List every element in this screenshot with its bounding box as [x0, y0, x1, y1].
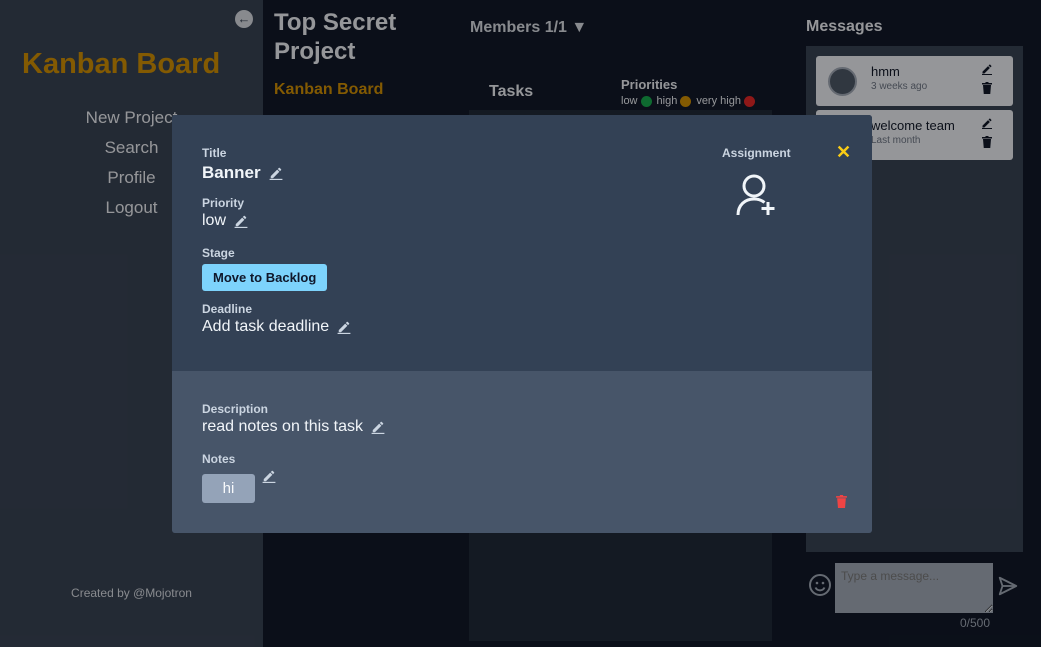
priority-value-row: low — [202, 212, 248, 230]
priority-label: Priority — [202, 196, 245, 210]
close-modal-button[interactable]: ✕ — [836, 143, 851, 161]
edit-priority-icon[interactable] — [234, 214, 248, 228]
modal-top-section: Title Banner Priority low Stage Move to … — [172, 115, 872, 371]
stage-label: Stage — [202, 246, 235, 260]
title-label: Title — [202, 146, 227, 160]
deadline-value: Add task deadline — [202, 318, 330, 335]
title-value: Banner — [202, 163, 261, 182]
notes-label: Notes — [202, 452, 236, 466]
task-modal: Title Banner Priority low Stage Move to … — [172, 115, 872, 533]
modal-bottom-section: Description read notes on this task Note… — [172, 371, 872, 533]
edit-title-icon[interactable] — [269, 166, 283, 180]
edit-deadline-icon[interactable] — [337, 320, 351, 334]
description-value-row: read notes on this task — [202, 418, 385, 436]
description-value: read notes on this task — [202, 418, 363, 435]
assignment-label: Assignment — [722, 146, 791, 160]
deadline-label: Deadline — [202, 302, 253, 316]
edit-notes-icon[interactable] — [262, 469, 276, 483]
note-chip[interactable]: hi — [202, 474, 255, 503]
move-to-backlog-button[interactable]: Move to Backlog — [202, 264, 328, 291]
delete-task-icon[interactable] — [836, 495, 847, 508]
app: ← Kanban Board New Project Search Profil… — [0, 0, 1041, 647]
title-value-row: Banner — [202, 163, 283, 183]
add-user-icon[interactable] — [735, 173, 777, 217]
priority-value: low — [202, 212, 227, 229]
edit-description-icon[interactable] — [371, 420, 385, 434]
deadline-value-row: Add task deadline — [202, 318, 351, 336]
description-label: Description — [202, 402, 269, 416]
